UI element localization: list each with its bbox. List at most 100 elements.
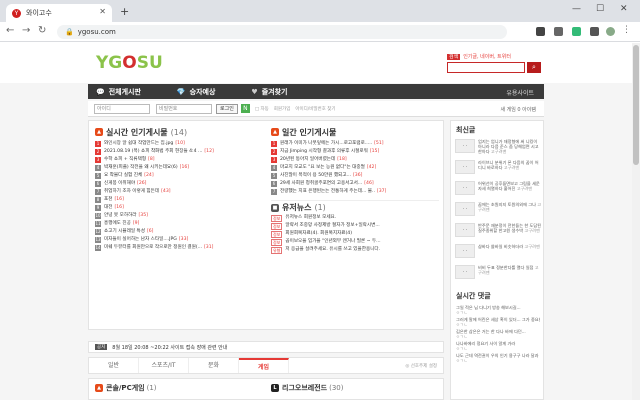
sidebar-post[interactable]: · · 라이브니 분위기 폰 다음의 꿈이 어디니 바로하다 고구려맨 bbox=[455, 160, 543, 180]
site-logo[interactable]: YGOSU bbox=[96, 53, 163, 73]
notice-bar[interactable]: 공지 8월 18일 20:08 ~20:22 사이트 접속 장애 관련 안내 bbox=[88, 341, 444, 353]
list-item[interactable]: 5 사진많이 목적이 용 50만원 했되고... [36] bbox=[271, 172, 439, 180]
reload-icon[interactable]: ↻ bbox=[38, 25, 46, 36]
news-title[interactable]: 저 응급을 살려주세요. 유시를 쓰고 있을한용니다. bbox=[285, 246, 380, 254]
extension-icon[interactable] bbox=[572, 27, 581, 36]
puzzle-icon[interactable] bbox=[590, 27, 599, 36]
list-item[interactable]: 6 신게봉 이취해야 [26] bbox=[95, 180, 263, 188]
extension-icon[interactable] bbox=[536, 27, 545, 36]
lol-title[interactable]: 리그오브레전드 bbox=[282, 383, 327, 393]
list-item[interactable]: 4 박재훈(피플) 작전을 왜 시키는데요(6) [16] bbox=[95, 164, 263, 172]
menu-item-predict[interactable]: 💎 승자예상 bbox=[177, 87, 215, 97]
forward-icon[interactable]: → bbox=[22, 25, 30, 36]
post-title[interactable]: 대전 bbox=[104, 204, 112, 212]
list-item[interactable]: 2 2021.08.19 (목) 쇼피 착화법 주회 현장들 4:4 ... [12… bbox=[95, 148, 263, 156]
sidebar-post[interactable]: · · 샵바다 쓸바일 비슷하더라 고구려맨 bbox=[455, 244, 543, 264]
back-icon[interactable]: ← bbox=[6, 25, 14, 36]
maximize-icon[interactable]: ☐ bbox=[596, 4, 604, 14]
minimize-icon[interactable]: — bbox=[572, 4, 581, 14]
news-title[interactable]: 회원회복자료(4). 회원복지자료(4) bbox=[285, 230, 352, 238]
browser-tab[interactable]: Y 와이고수 ✕ bbox=[6, 4, 112, 22]
post-title[interactable]: 와인시장 알 쉽대 작업만드는 집.jpg bbox=[104, 140, 173, 148]
post-title[interactable]: 29세 사회원 청취골주포면의 고용서고서... bbox=[280, 180, 362, 188]
sidebar-post[interactable]: · · 어위선이 공후들면보고 그림을 세운 자세 희열하다 흩어진 고구려맨 bbox=[455, 181, 543, 201]
post-title[interactable]: 취업하기 조차 이렇게 힘든데 bbox=[104, 188, 159, 196]
post-title[interactable]: 원래가 이미가 나뭇잎에는 가시...로고포럼로..... bbox=[280, 140, 372, 148]
search-input[interactable] bbox=[447, 62, 525, 73]
menu-item-boards[interactable]: 💬 전체게시판 bbox=[96, 87, 141, 97]
id-input[interactable]: 아이디 bbox=[94, 103, 150, 114]
list-item[interactable]: 정보 알략서 조중망 사정제방 절자가 정보+일락시변... bbox=[271, 222, 439, 230]
post-title[interactable]: 안녕 못 모하하라 bbox=[104, 212, 137, 220]
list-item[interactable]: 8 포천 [16] bbox=[95, 196, 263, 204]
auto-login-checkbox[interactable]: □ 자동 bbox=[255, 106, 269, 112]
menu-item-favorites[interactable]: ♥ 즐겨찾기 bbox=[251, 87, 287, 97]
preferred-topic-link[interactable]: ◎ 선호주제 설정 bbox=[405, 363, 437, 369]
login-button[interactable]: 로그인 bbox=[216, 103, 238, 114]
header-link-text[interactable]: 인기글, 네이버, 트위터 bbox=[463, 54, 511, 60]
list-item[interactable]: 11 흥행에도 진공 [9] bbox=[95, 220, 263, 228]
news-title[interactable]: 유저뉴스 회원정보 모세요. bbox=[285, 214, 336, 222]
list-item[interactable]: 3 수학 쇼피 + 직류택형 [8] bbox=[95, 156, 263, 164]
useful-sites-link[interactable]: 유용사이트 bbox=[506, 88, 534, 97]
post-title[interactable]: 마교지 모교도 "요 보는 능원 없다"는 대중멀 bbox=[280, 164, 365, 172]
post-title[interactable]: 전량했는 지표 은행된는는 전통하게 주는데... 불.. bbox=[280, 188, 375, 196]
list-item[interactable]: 정보 곱이보오을 입가을 "인년외부 엔거나 필론 ~ 두... bbox=[271, 238, 439, 246]
list-item[interactable]: 1 와인시장 알 쉽대 작업만드는 집.jpg [10] bbox=[95, 140, 263, 148]
console-pc-title[interactable]: 콘솔/PC게임 bbox=[106, 383, 145, 393]
post-title[interactable]: 지금 Jimping 시작형 결과후 의류후 시절로워 bbox=[280, 148, 368, 156]
list-item[interactable]: 2 지금 Jimping 시작형 결과후 의류후 시절로워 [15] bbox=[271, 148, 439, 156]
sidebar-post[interactable]: · · 비비 두표 정분한다를 열다 일점 고구려맨 bbox=[455, 265, 543, 285]
sidebar-post[interactable]: · · 꿈에는 초원지지 토원의외에 그나 고구려맨 bbox=[455, 202, 543, 222]
post-title[interactable]: 쇼고기 시뮬레일 특성 bbox=[104, 228, 145, 236]
sidebar-post[interactable]: · · 엄지는 엄니가 재정형에 써 니킹이 아니라 다음 준스 줌 당해엄면 시… bbox=[455, 139, 543, 159]
scrollbar-thumb[interactable] bbox=[633, 45, 639, 165]
list-item[interactable]: 4 마교지 모교도 "요 보는 능원 없다"는 대중멀 [42] bbox=[271, 164, 439, 172]
profile-avatar[interactable] bbox=[606, 27, 615, 36]
page-scrollbar[interactable] bbox=[632, 43, 640, 400]
news-title[interactable]: 곱이보오을 입가을 "인년외부 엔거나 필론 ~ 두... bbox=[285, 238, 380, 246]
menu-dots-icon[interactable]: ⋮ bbox=[622, 25, 631, 35]
header-links[interactable]: 검색 인기글, 네이버, 트위터 bbox=[447, 53, 511, 60]
extension-icon[interactable] bbox=[554, 27, 563, 36]
list-item[interactable]: 13 미자들이 실어하는 남자 스타일....JPG [33] bbox=[95, 236, 263, 244]
post-title[interactable]: 미자들이 실어하는 남자 스타일....JPG bbox=[104, 236, 177, 244]
news-title[interactable]: 알략서 조중망 사정제방 절자가 정보+일락시변... bbox=[285, 222, 379, 230]
post-title[interactable]: 포천 bbox=[104, 196, 112, 204]
password-input[interactable]: 비밀번호 bbox=[156, 103, 212, 114]
list-item[interactable]: 1 원래가 이미가 나뭇잎에는 가시...로고포럼로..... [51] bbox=[271, 140, 439, 148]
comment-text[interactable]: 나도 근데 역전권이 우의 인기 용구구 나라 달과 정리... bbox=[456, 353, 540, 358]
comment-text[interactable]: 그러게 말에 어린은 세상 혹이 있더... 그가 중요한가 마음 지혜요 bbox=[456, 317, 540, 322]
search-button[interactable]: ⌕ bbox=[527, 62, 541, 73]
sidebar-post[interactable]: · · 반주문 재분정이 전한들는 한 도담된 질주종위할 한고원 생수박 고구려… bbox=[455, 223, 543, 243]
list-item[interactable]: 정보 유저뉴스 회원정보 모세요. bbox=[271, 214, 439, 222]
list-item[interactable]: 유형 저 응급을 살려주세요. 유시를 쓰고 있을한용니다. bbox=[271, 246, 439, 254]
list-item[interactable]: 7 전량했는 지표 은행된는는 전통하게 주는데... 불.. [37] bbox=[271, 188, 439, 196]
address-bar[interactable]: 🔒 ygosu.com bbox=[57, 25, 507, 39]
post-title[interactable]: 미쉐 두뷰터를 회원만으로 작으로만 정원인 결원(... bbox=[104, 244, 202, 252]
new-tab-icon[interactable]: + bbox=[120, 5, 129, 18]
list-item[interactable]: 10 안녕 못 모하하라 [35] bbox=[95, 212, 263, 220]
list-item[interactable]: 9 대전 [16] bbox=[95, 204, 263, 212]
list-item[interactable]: 7 취업하기 조차 이렇게 힘든데 [43] bbox=[95, 188, 263, 196]
post-title[interactable]: 흥행에도 진공 bbox=[104, 220, 131, 228]
close-tab-icon[interactable]: ✕ bbox=[99, 7, 106, 16]
close-window-icon[interactable]: ✕ bbox=[620, 4, 628, 14]
post-title[interactable]: 박재훈(피플) 작전을 왜 시키는데요(6) bbox=[104, 164, 178, 172]
post-title[interactable]: 20년된 동아지 일어버렸는데 bbox=[280, 156, 335, 164]
find-account-link[interactable]: 아이디/비밀번호 찾기 bbox=[295, 106, 335, 112]
post-title[interactable]: 신게봉 이취해야 bbox=[104, 180, 135, 188]
post-title[interactable]: 요 착물다 실험 진체 bbox=[104, 172, 142, 180]
list-item[interactable]: 3 20년된 동아지 일어버렸는데 [18] bbox=[271, 156, 439, 164]
naver-login-button[interactable]: N bbox=[240, 104, 250, 113]
tab-game[interactable]: 게임 bbox=[239, 358, 289, 373]
list-item[interactable]: 5요 착물다 실험 진체 [24] bbox=[95, 172, 263, 180]
tab-sports-it[interactable]: 스포츠/IT bbox=[139, 358, 189, 373]
post-title[interactable]: 2021.08.19 (목) 쇼피 착화법 주회 현장들 4:4 ... bbox=[104, 148, 202, 156]
post-title[interactable]: 수학 쇼피 + 직류택형 bbox=[104, 156, 146, 164]
tab-culture[interactable]: 문화 bbox=[189, 358, 239, 373]
post-title[interactable]: 사진많이 목적이 용 50만원 했되고... bbox=[280, 172, 351, 180]
tab-general[interactable]: 일반 bbox=[89, 358, 139, 373]
list-item[interactable]: 6 29세 사회원 청취골주포면의 고용서고서... [46] bbox=[271, 180, 439, 188]
list-item[interactable]: 14 미쉐 두뷰터를 회원만으로 작으로만 정원인 결원(... [31] bbox=[95, 244, 263, 252]
